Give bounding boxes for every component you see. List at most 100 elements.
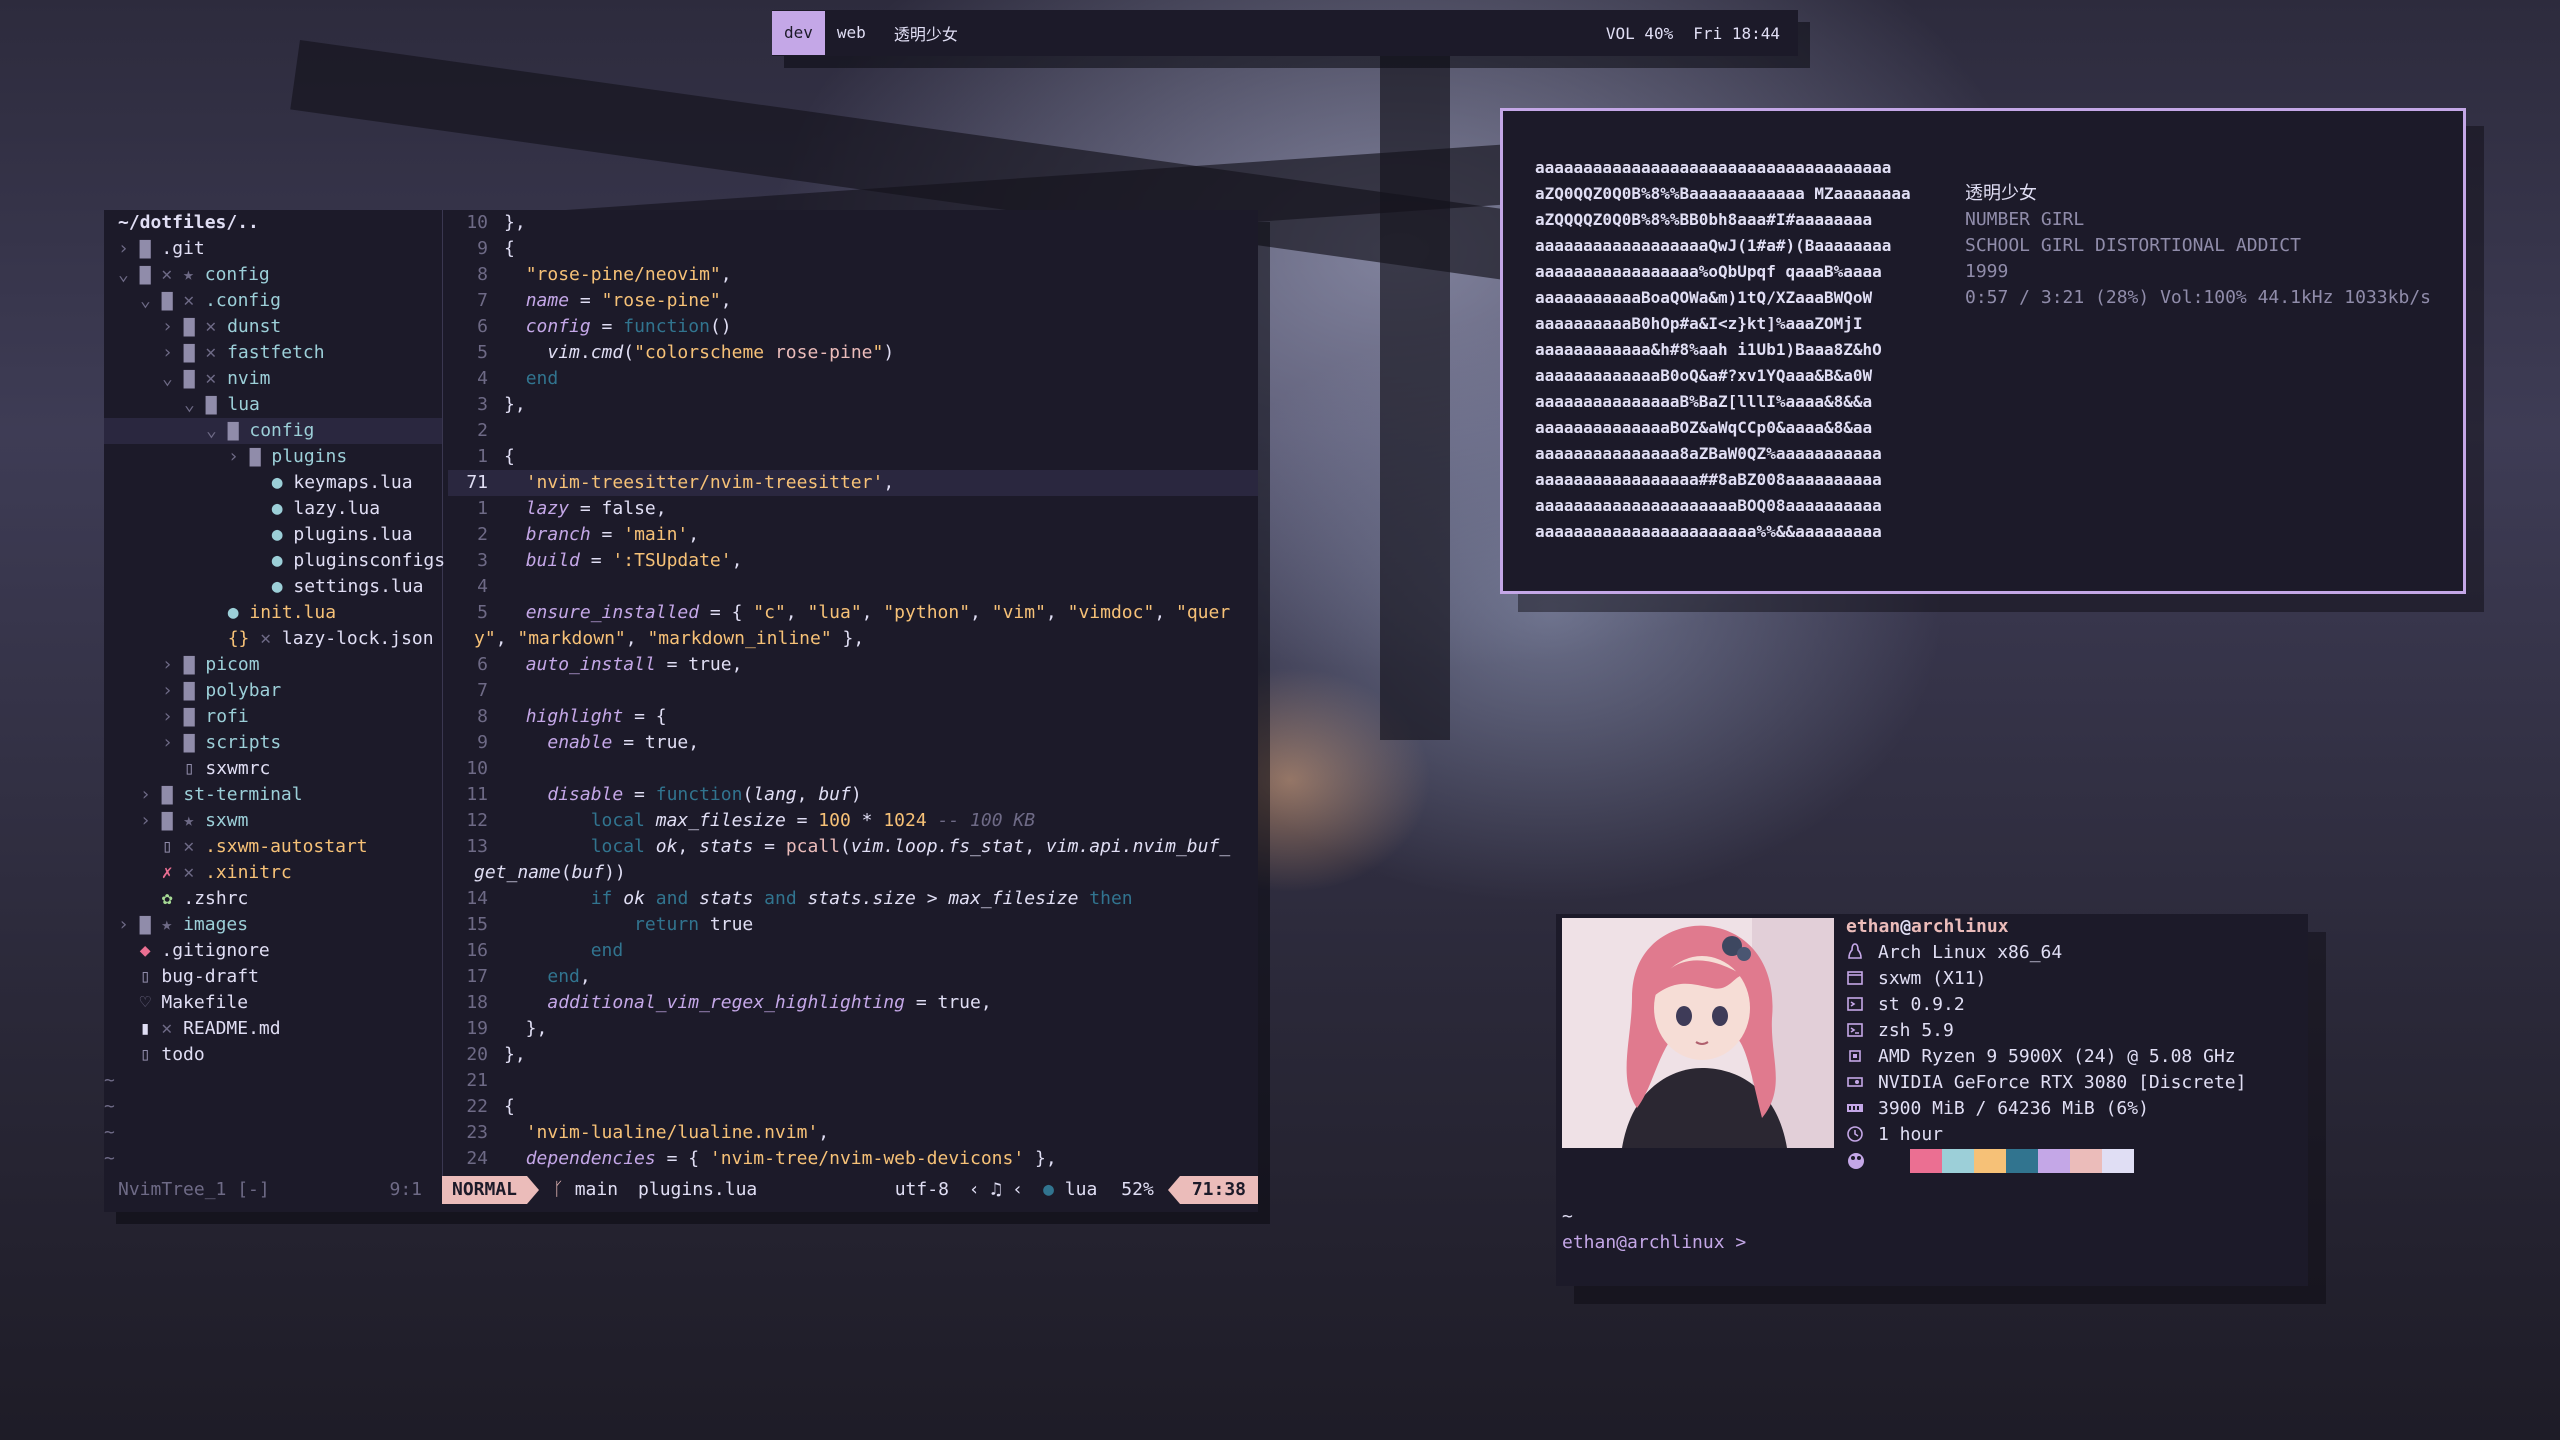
tree-item[interactable]: ▮ ✕ README.md: [104, 1016, 442, 1042]
code-line[interactable]: 12 local max_filesize = 100 * 1024 -- 10…: [448, 808, 1258, 834]
chevron-down-icon[interactable]: ⌄: [206, 420, 228, 441]
tree-item[interactable]: ▯ todo: [104, 1042, 442, 1068]
code-line[interactable]: 7 name = "rose-pine",: [448, 288, 1258, 314]
file-tree[interactable]: ~/dotfiles/.. › ▇ .git ⌄ ▇ ✕ ★ config ⌄ ▇ ✕…: [104, 210, 445, 1176]
sysinfo-row: AMD Ryzen 9 5900X (24) @ 5.08 GHz: [1846, 1044, 2246, 1070]
code-line[interactable]: 9{: [448, 236, 1258, 262]
code-line[interactable]: 16 end: [448, 938, 1258, 964]
code-line[interactable]: 14 if ok and stats and stats.size > max_…: [448, 886, 1258, 912]
tree-item[interactable]: ● lazy.lua: [104, 496, 442, 522]
tree-item[interactable]: ⌄ ▇ lua: [104, 392, 442, 418]
tree-item[interactable]: ● pluginsconfigs: [104, 548, 445, 574]
tree-item[interactable]: ▯ bug-draft: [104, 964, 442, 990]
tree-item[interactable]: › ▇ rofi: [104, 704, 442, 730]
tree-item[interactable]: ● settings.lua: [104, 574, 442, 600]
tree-item[interactable]: ▯ sxwmrc: [104, 756, 442, 782]
tree-item[interactable]: ● init.lua: [104, 600, 442, 626]
code-line[interactable]: 4 end: [448, 366, 1258, 392]
code-line[interactable]: 10: [448, 756, 1258, 782]
code-line[interactable]: get_name(buf)): [448, 860, 1258, 886]
workspace-web[interactable]: web: [825, 11, 878, 55]
line-number: 10: [466, 212, 488, 233]
code-line[interactable]: 24 dependencies = { 'nvim-tree/nvim-web-…: [448, 1146, 1258, 1172]
code-line[interactable]: 21: [448, 1068, 1258, 1094]
tree-item[interactable]: › ▇ st-terminal: [104, 782, 442, 808]
tree-item[interactable]: › ▇ ✕ dunst: [104, 314, 442, 340]
tree-item[interactable]: ✗ ✕ .xinitrc: [104, 860, 442, 886]
code-line[interactable]: 6 auto_install = true,: [448, 652, 1258, 678]
code-line[interactable]: 3 build = ':TSUpdate',: [448, 548, 1258, 574]
code-line[interactable]: 13 local ok, stats = pcall(vim.loop.fs_s…: [448, 834, 1258, 860]
tree-item[interactable]: ◆ .gitignore: [104, 938, 442, 964]
code-line[interactable]: 2 branch = 'main',: [448, 522, 1258, 548]
code-line[interactable]: 11 disable = function(lang, buf): [448, 782, 1258, 808]
code-line[interactable]: 18 additional_vim_regex_highlighting = t…: [448, 990, 1258, 1016]
code-line[interactable]: 5 vim.cmd("colorscheme rose-pine"): [448, 340, 1258, 366]
chevron-right-icon[interactable]: ›: [140, 784, 162, 805]
code-line[interactable]: 8 highlight = {: [448, 704, 1258, 730]
chevron-right-icon[interactable]: ›: [118, 238, 140, 259]
code-line[interactable]: 1{: [448, 444, 1258, 470]
chevron-down-icon[interactable]: ⌄: [118, 264, 140, 285]
tree-item[interactable]: ⌄ ▇ ✕ ★ config: [104, 262, 442, 288]
chevron-right-icon[interactable]: ›: [162, 706, 184, 727]
code-line[interactable]: 2: [448, 418, 1258, 444]
code-line[interactable]: 10},: [448, 210, 1258, 236]
tree-item[interactable]: ▯ ✕ .sxwm-autostart: [104, 834, 442, 860]
code-line[interactable]: 23 'nvim-lualine/lualine.nvim',: [448, 1120, 1258, 1146]
tree-item[interactable]: › ▇ ★ sxwm: [104, 808, 442, 834]
chevron-right-icon[interactable]: ›: [162, 732, 184, 753]
tree-item[interactable]: › ▇ ★ images: [104, 912, 442, 938]
current-code-line[interactable]: 71 'nvim-treesitter/nvim-treesitter',: [448, 470, 1258, 496]
code-line[interactable]: 9 enable = true,: [448, 730, 1258, 756]
tree-item-name: lua: [227, 394, 260, 415]
tree-item[interactable]: ● plugins.lua: [104, 522, 442, 548]
code-line[interactable]: 5 ensure_installed = { "c", "lua", "pyth…: [448, 600, 1258, 626]
chevron-down-icon[interactable]: ⌄: [184, 394, 206, 415]
chevron-right-icon[interactable]: ›: [162, 680, 184, 701]
tree-item[interactable]: › ▇ polybar: [104, 678, 442, 704]
code-line[interactable]: 1 lazy = false,: [448, 496, 1258, 522]
tree-item[interactable]: ⌄ ▇ config: [104, 418, 442, 444]
code-line[interactable]: y", "markdown", "markdown_inline" },: [448, 626, 1258, 652]
code-line[interactable]: 7: [448, 678, 1258, 704]
tree-item[interactable]: › ▇ .git: [104, 236, 442, 262]
chevron-down-icon[interactable]: ⌄: [140, 290, 162, 311]
prompt-line[interactable]: ethan@archlinux >: [1562, 1230, 1746, 1256]
code-editor[interactable]: 10}, 9{8 "rose-pine/neovim", 7 name = "ros…: [448, 210, 1258, 1176]
code-line[interactable]: 19 },: [448, 1016, 1258, 1042]
chevron-right-icon[interactable]: ›: [162, 654, 184, 675]
tree-item[interactable]: › ▇ ✕ fastfetch: [104, 340, 442, 366]
tree-item[interactable]: ● keymaps.lua: [104, 470, 442, 496]
tree-item[interactable]: › ▇ picom: [104, 652, 442, 678]
tree-item-name: fastfetch: [227, 342, 325, 363]
chevron-right-icon[interactable]: ›: [118, 914, 140, 935]
tree-item[interactable]: {} ✕ lazy-lock.json: [104, 626, 442, 652]
code-line[interactable]: 8 "rose-pine/neovim",: [448, 262, 1258, 288]
chevron-down-icon[interactable]: ⌄: [162, 368, 184, 389]
tree-root-path[interactable]: ~/dotfiles/..: [104, 210, 442, 236]
code-line[interactable]: 3},: [448, 392, 1258, 418]
code-line[interactable]: 6 config = function(): [448, 314, 1258, 340]
music-player-window[interactable]: aaaaaaaaaaaaaaaaaaaaaaaaaaaaaaaaaaaaa aZQ…: [1500, 108, 2466, 594]
code-line[interactable]: 17 end,: [448, 964, 1258, 990]
workspace-dev[interactable]: dev: [772, 11, 825, 55]
code-line[interactable]: 22 {: [448, 1094, 1258, 1120]
tree-item[interactable]: ⌄ ▇ ✕ nvim: [104, 366, 442, 392]
terminal-window[interactable]: ethan @ archlinux Arch Linux x86_64 sxwm (X…: [1556, 914, 2308, 1286]
code-line[interactable]: 20},: [448, 1042, 1258, 1068]
shell-prompt[interactable]: ~ ethan@archlinux >: [1562, 1204, 1746, 1256]
chevron-right-icon[interactable]: ›: [162, 342, 184, 363]
chevron-right-icon[interactable]: ›: [140, 810, 162, 831]
chevron-right-icon[interactable]: ›: [228, 446, 250, 467]
tree-item[interactable]: ✿ .zshrc: [104, 886, 442, 912]
tree-item[interactable]: › ▇ plugins: [104, 444, 442, 470]
tree-item[interactable]: ♡ Makefile: [104, 990, 442, 1016]
code-line[interactable]: 4: [448, 574, 1258, 600]
code-line[interactable]: 15 return true: [448, 912, 1258, 938]
chevron-right-icon[interactable]: ›: [162, 316, 184, 337]
volume-indicator[interactable]: VOL 40%: [1606, 24, 1673, 43]
tree-item[interactable]: › ▇ scripts: [104, 730, 442, 756]
tree-item[interactable]: ⌄ ▇ ✕ .config: [104, 288, 442, 314]
neovim-window[interactable]: ~/dotfiles/.. › ▇ .git ⌄ ▇ ✕ ★ config ⌄ ▇ ✕…: [104, 210, 1258, 1212]
